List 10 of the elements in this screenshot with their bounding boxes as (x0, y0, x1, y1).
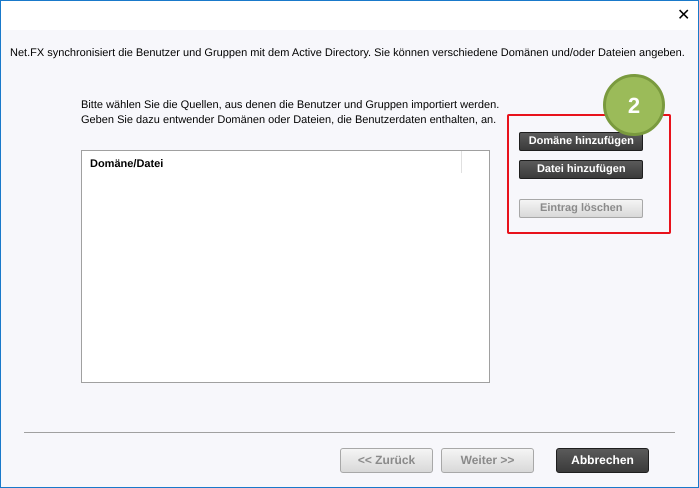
intro-text: Net.FX synchronisiert die Benutzer und Gruppen mit dem Active Directory. Sie können verschiedene Domänen und/oder Dateien angeben. (10, 46, 686, 61)
action-button[interactable]: Domäne hinzufügen (519, 132, 644, 150)
source-list[interactable]: Domäne/Datei (81, 150, 490, 382)
instruction-text: Bitte wählen Sie die Quellen, aus denen die Benutzer und Gruppen importiert werden. (81, 98, 500, 112)
step-badge: 2 (603, 74, 665, 136)
action-button[interactable]: Datei hinzufügen (519, 160, 644, 178)
action-button[interactable]: Abbrechen (556, 448, 649, 472)
close-button[interactable]: ✕ (677, 8, 690, 24)
column-header[interactable]: Domäne/Datei (82, 150, 462, 172)
instruction-text: Geben Sie dazu entwender Domänen oder Dateien, die Benutzerdaten enthalten, an. (81, 112, 498, 128)
